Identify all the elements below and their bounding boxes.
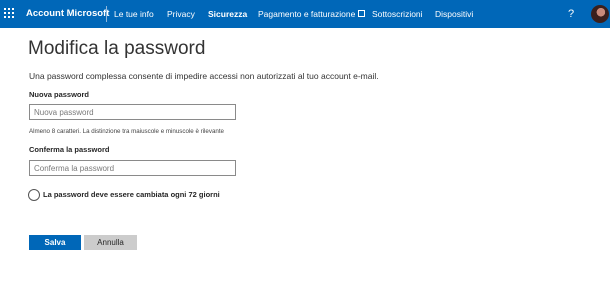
- save-button[interactable]: Salva: [29, 235, 81, 250]
- avatar[interactable]: [591, 5, 609, 23]
- brand-link[interactable]: Account Microsoft: [26, 0, 109, 28]
- header-divider: [106, 6, 107, 22]
- external-link-icon: [358, 10, 366, 18]
- page-title: Modifica la password: [28, 38, 206, 59]
- top-navigation-bar: Account Microsoft Le tue info Privacy Si…: [0, 0, 610, 28]
- waffle-icon[interactable]: [4, 0, 18, 28]
- nav-item-sicurezza[interactable]: Sicurezza: [208, 0, 247, 28]
- nav-item-pagamento[interactable]: Pagamento e fatturazione: [258, 0, 366, 28]
- expire-password-checkbox[interactable]: [28, 189, 40, 201]
- new-password-field[interactable]: [29, 104, 236, 120]
- password-hint: Almeno 8 caratteri. La distinzione tra m…: [29, 128, 225, 135]
- nav-item-le-tue-info[interactable]: Le tue info: [114, 0, 154, 28]
- cancel-button[interactable]: Annulla: [84, 235, 137, 250]
- page-description: Una password complessa consente di imped…: [29, 71, 379, 81]
- new-password-label: Nuova password: [29, 90, 90, 99]
- expire-password-label[interactable]: La password deve essere cambiata ogni 72…: [43, 190, 220, 199]
- help-icon[interactable]: ?: [568, 0, 574, 28]
- confirm-password-field[interactable]: [29, 160, 236, 176]
- nav-item-sottoscrizioni[interactable]: Sottoscrizioni: [372, 0, 423, 28]
- nav-item-dispositivi[interactable]: Dispositivi: [435, 0, 473, 28]
- confirm-password-label: Conferma la password: [29, 145, 110, 154]
- nav-item-privacy[interactable]: Privacy: [167, 0, 195, 28]
- nav-item-pagamento-label: Pagamento e fatturazione: [258, 9, 356, 19]
